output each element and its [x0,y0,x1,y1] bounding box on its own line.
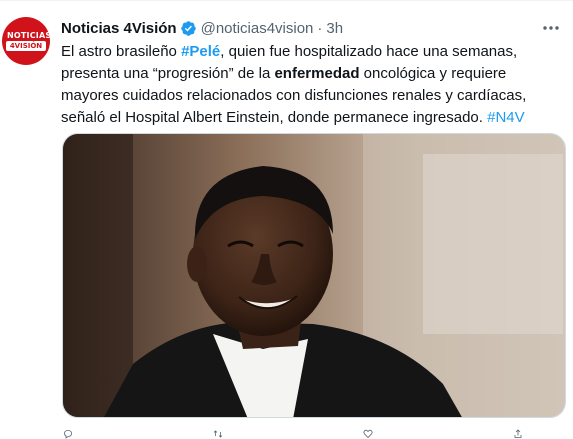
retweet-icon[interactable] [208,429,228,439]
tweet-text-line: señaló el Hospital Albert Einstein, dond… [61,107,561,129]
tweet-timestamp[interactable]: 3h [326,20,343,37]
tweet-text-line: El astro brasileño #Pelé, quien fue hosp… [61,41,561,63]
tweet-text-line: presenta una “progresión” de la enfermed… [61,63,561,85]
tweet-photo[interactable] [62,133,566,418]
tweet-text: El astro brasileño #Pelé, quien fue hosp… [61,41,561,129]
text-segment: , quien fue hospitalizado hace una seman… [220,43,518,60]
photo-illustration [63,134,565,417]
tweet-text-line: mayores cuidados relacionados con disfun… [61,87,527,104]
text-segment: presenta una “progresión” de la [61,65,275,82]
text-segment: El astro brasileño [61,43,182,60]
reply-icon[interactable] [58,429,78,439]
header-separator: · [317,19,323,37]
author-avatar[interactable]: NOTICIAS 4VISIÓN [2,17,50,65]
hashtag-link[interactable]: #Pelé [181,43,220,60]
tweet-card[interactable]: NOTICIAS 4VISIÓN Noticias 4Visión @notic… [0,0,573,439]
avatar-logo-text-top: NOTICIAS [7,31,50,40]
author-display-name[interactable]: Noticias 4Visión [61,20,177,37]
avatar-logo-text-bottom: 4VISIÓN [9,42,43,50]
tweet-header: Noticias 4Visión @noticias4vision · 3h [61,18,343,38]
share-icon[interactable] [508,429,528,439]
like-icon[interactable] [358,429,378,439]
text-segment: oncológica y requiere [359,65,507,82]
text-segment: señaló el Hospital Albert Einstein, dond… [61,109,488,126]
hashtag-link[interactable]: #N4V [487,109,525,126]
author-handle[interactable]: @noticias4vision [201,20,314,37]
tweet-actions [58,429,528,439]
more-horizontal-icon[interactable] [541,19,561,37]
verified-badge-icon [180,20,196,36]
bold-text: enfermedad [274,65,360,82]
